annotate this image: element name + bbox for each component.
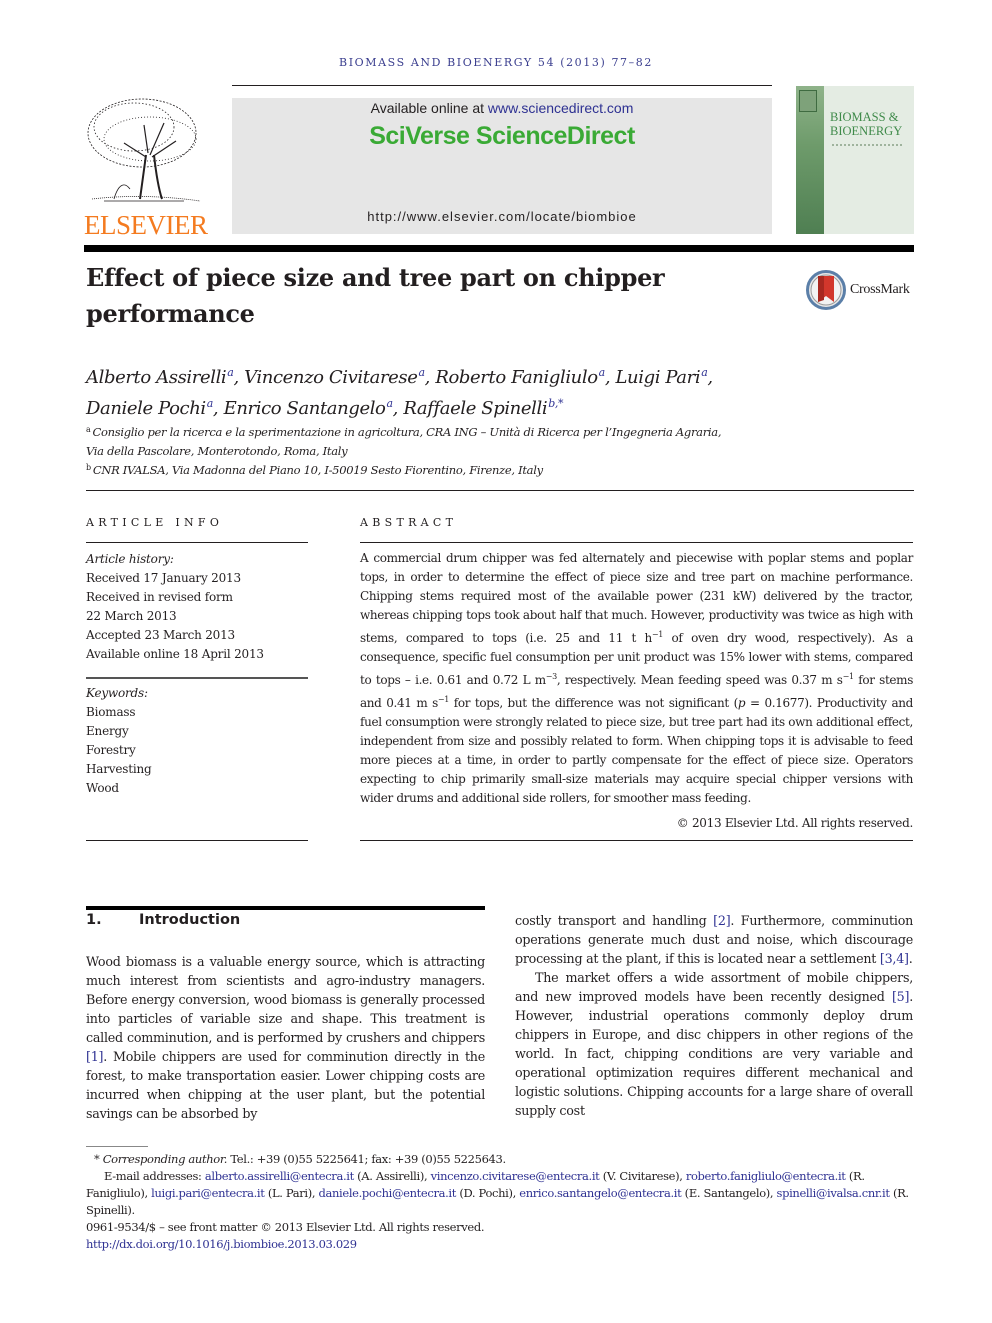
abstract-end-rule: [360, 840, 913, 841]
history-item: 22 March 2013: [86, 609, 177, 623]
email-link[interactable]: roberto.fanigliulo@entecra.it: [686, 1169, 846, 1183]
author-name[interactable]: Alberto Assirelli: [86, 367, 227, 388]
affiliation-mark[interactable]: a: [227, 366, 234, 379]
keyword-item[interactable]: Wood: [86, 779, 308, 798]
intro-left-column: Wood biomass is a valuable energy source…: [86, 954, 485, 1121]
cover-subtitle: [832, 144, 902, 152]
reference-link[interactable]: [2]: [713, 913, 730, 928]
masthead-rule: [84, 245, 914, 252]
keywords-rule: [86, 840, 308, 841]
keyword-item[interactable]: Harvesting: [86, 760, 308, 779]
author-name[interactable]: Daniele Pochi: [86, 398, 206, 419]
affiliation-mark[interactable]: a: [387, 397, 394, 410]
keyword-item[interactable]: Energy: [86, 722, 308, 741]
email-addresses: E-mail addresses: alberto.assirelli@ente…: [86, 1169, 909, 1217]
history-item: Available online 18 April 2013: [86, 647, 264, 661]
elsevier-wordmark: ELSEVIER: [84, 210, 208, 240]
sciverse-sciencedirect-logo[interactable]: SciVerse ScienceDirect: [232, 122, 772, 151]
doi-link[interactable]: http://dx.doi.org/10.1016/j.biombioe.201…: [86, 1237, 357, 1251]
article-info-heading: ARTICLE INFO: [86, 516, 224, 529]
history-rule: [86, 677, 308, 679]
reference-link[interactable]: [1]: [86, 1049, 103, 1064]
journal-cover[interactable]: BIOMASS & BIOENERGY: [796, 86, 914, 234]
section-heading-introduction: 1. Introduction: [86, 912, 241, 928]
sciencedirect-banner: Available online at www.sciencedirect.co…: [232, 98, 772, 234]
running-head: BIOMASS AND BIOENERGY 54 (2013) 77–82: [339, 56, 653, 69]
elsevier-tree-icon: [87, 98, 201, 202]
history-item: Received 17 January 2013: [86, 571, 241, 585]
keywords: Keywords: Biomass Energy Forestry Harves…: [86, 684, 308, 798]
affiliation-a: a Consiglio per la ricerca e la speriment…: [86, 425, 722, 458]
affiliation-mark[interactable]: a: [419, 366, 426, 379]
journal-url[interactable]: http://www.elsevier.com/locate/biombioe: [232, 209, 772, 224]
email-link[interactable]: alberto.assirelli@entecra.it: [205, 1169, 354, 1183]
intro-right-column: costly transport and handling [2]. Furth…: [515, 913, 913, 1118]
cover-title: BIOMASS & BIOENERGY: [830, 110, 903, 138]
email-link[interactable]: luigi.pari@entecra.it: [151, 1186, 265, 1200]
section-rule: [86, 906, 485, 910]
author-name[interactable]: Enrico Santangelo: [224, 398, 386, 419]
author-list: Alberto Assirellia, Vincenzo Civitaresea…: [86, 360, 846, 422]
author-name[interactable]: Raffaele Spinelli: [403, 398, 547, 419]
article-info-rule: [86, 542, 308, 543]
abstract-heading: ABSTRACT: [360, 516, 458, 529]
keyword-item[interactable]: Forestry: [86, 741, 308, 760]
author-name[interactable]: Vincenzo Civitarese: [244, 367, 418, 388]
abstract-rule: [360, 542, 913, 543]
email-link[interactable]: daniele.pochi@entecra.it: [318, 1186, 456, 1200]
affiliation-mark[interactable]: a: [599, 366, 606, 379]
affiliation-rule: [86, 490, 914, 491]
email-link[interactable]: vincenzo.civitarese@entecra.it: [431, 1169, 600, 1183]
author-line-1: Alberto Assirellia, Vincenzo Civitaresea…: [86, 366, 713, 388]
article-title: Effect of piece size and tree part on ch…: [86, 263, 665, 328]
crossmark-icon: [806, 270, 846, 310]
issn-line: 0961-9534/$ – see front matter © 2013 El…: [86, 1220, 485, 1234]
elsevier-logo[interactable]: ELSEVIER: [84, 95, 210, 240]
reference-link[interactable]: [5]: [892, 989, 909, 1004]
affiliation-b: b CNR IVALSA, Via Madonna del Piano 10, I…: [86, 463, 543, 477]
affiliation-mark[interactable]: a: [207, 397, 214, 410]
crossmark-button[interactable]: CrossMark: [806, 268, 918, 312]
keyword-item[interactable]: Biomass: [86, 703, 308, 722]
affiliation-mark[interactable]: a: [701, 366, 708, 379]
author-line-2: Daniele Pochia, Enrico Santangeloa, Raff…: [86, 397, 564, 419]
article-history: Article history: Received 17 January 201…: [86, 550, 308, 664]
elsevier-emblem-icon: [799, 90, 817, 112]
abstract-copyright: © 2013 Elsevier Ltd. All rights reserved…: [676, 816, 914, 830]
author-name[interactable]: Luigi Pari: [616, 367, 701, 388]
affiliation-mark[interactable]: b,*: [548, 397, 563, 410]
sciencedirect-link[interactable]: www.sciencedirect.com: [488, 100, 634, 116]
author-name[interactable]: Roberto Fanigliulo: [435, 367, 598, 388]
footnotes: * Corresponding author. Tel.: +39 (0)55 …: [86, 1151, 914, 1253]
footnote-rule: [86, 1146, 148, 1147]
email-link[interactable]: spinelli@ivalsa.cnr.it: [777, 1186, 891, 1200]
history-item: Accepted 23 March 2013: [86, 628, 235, 642]
header-rule: [232, 85, 772, 86]
history-item: Received in revised form: [86, 590, 233, 604]
available-online-line: Available online at www.sciencedirect.co…: [370, 100, 634, 116]
email-link[interactable]: enrico.santangelo@entecra.it: [519, 1186, 681, 1200]
reference-link[interactable]: [3,4]: [880, 951, 909, 966]
abstract-body: A commercial drum chipper was fed altern…: [360, 551, 914, 805]
